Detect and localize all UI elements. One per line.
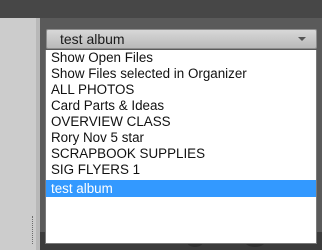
left-panel-edge: [36, 18, 40, 250]
chevron-down-icon[interactable]: [298, 37, 306, 41]
album-select[interactable]: test album: [46, 29, 317, 49]
dropdown-option-overview-class[interactable]: OVERVIEW CLASS: [46, 114, 316, 130]
dropdown-option-all-photos[interactable]: ALL PHOTOS: [46, 82, 316, 98]
dropdown-option-test-album[interactable]: test album: [46, 180, 316, 197]
dropdown-option-card-parts[interactable]: Card Parts & Ideas: [46, 98, 316, 114]
dropdown-option-rory-nov[interactable]: Rory Nov 5 star: [46, 130, 316, 146]
dropdown-option-show-open-files[interactable]: Show Open Files: [46, 50, 316, 66]
album-select-value: test album: [60, 31, 125, 47]
resize-grip[interactable]: [32, 216, 35, 244]
dropdown-option-scrapbook-supplies[interactable]: SCRAPBOOK SUPPLIES: [46, 146, 316, 162]
dropdown-option-sig-flyers[interactable]: SIG FLYERS 1: [46, 162, 316, 178]
top-bar: [0, 0, 322, 18]
album-dropdown-list: Show Open Files Show Files selected in O…: [45, 50, 317, 244]
dropdown-option-show-files-selected[interactable]: Show Files selected in Organizer: [46, 66, 316, 82]
